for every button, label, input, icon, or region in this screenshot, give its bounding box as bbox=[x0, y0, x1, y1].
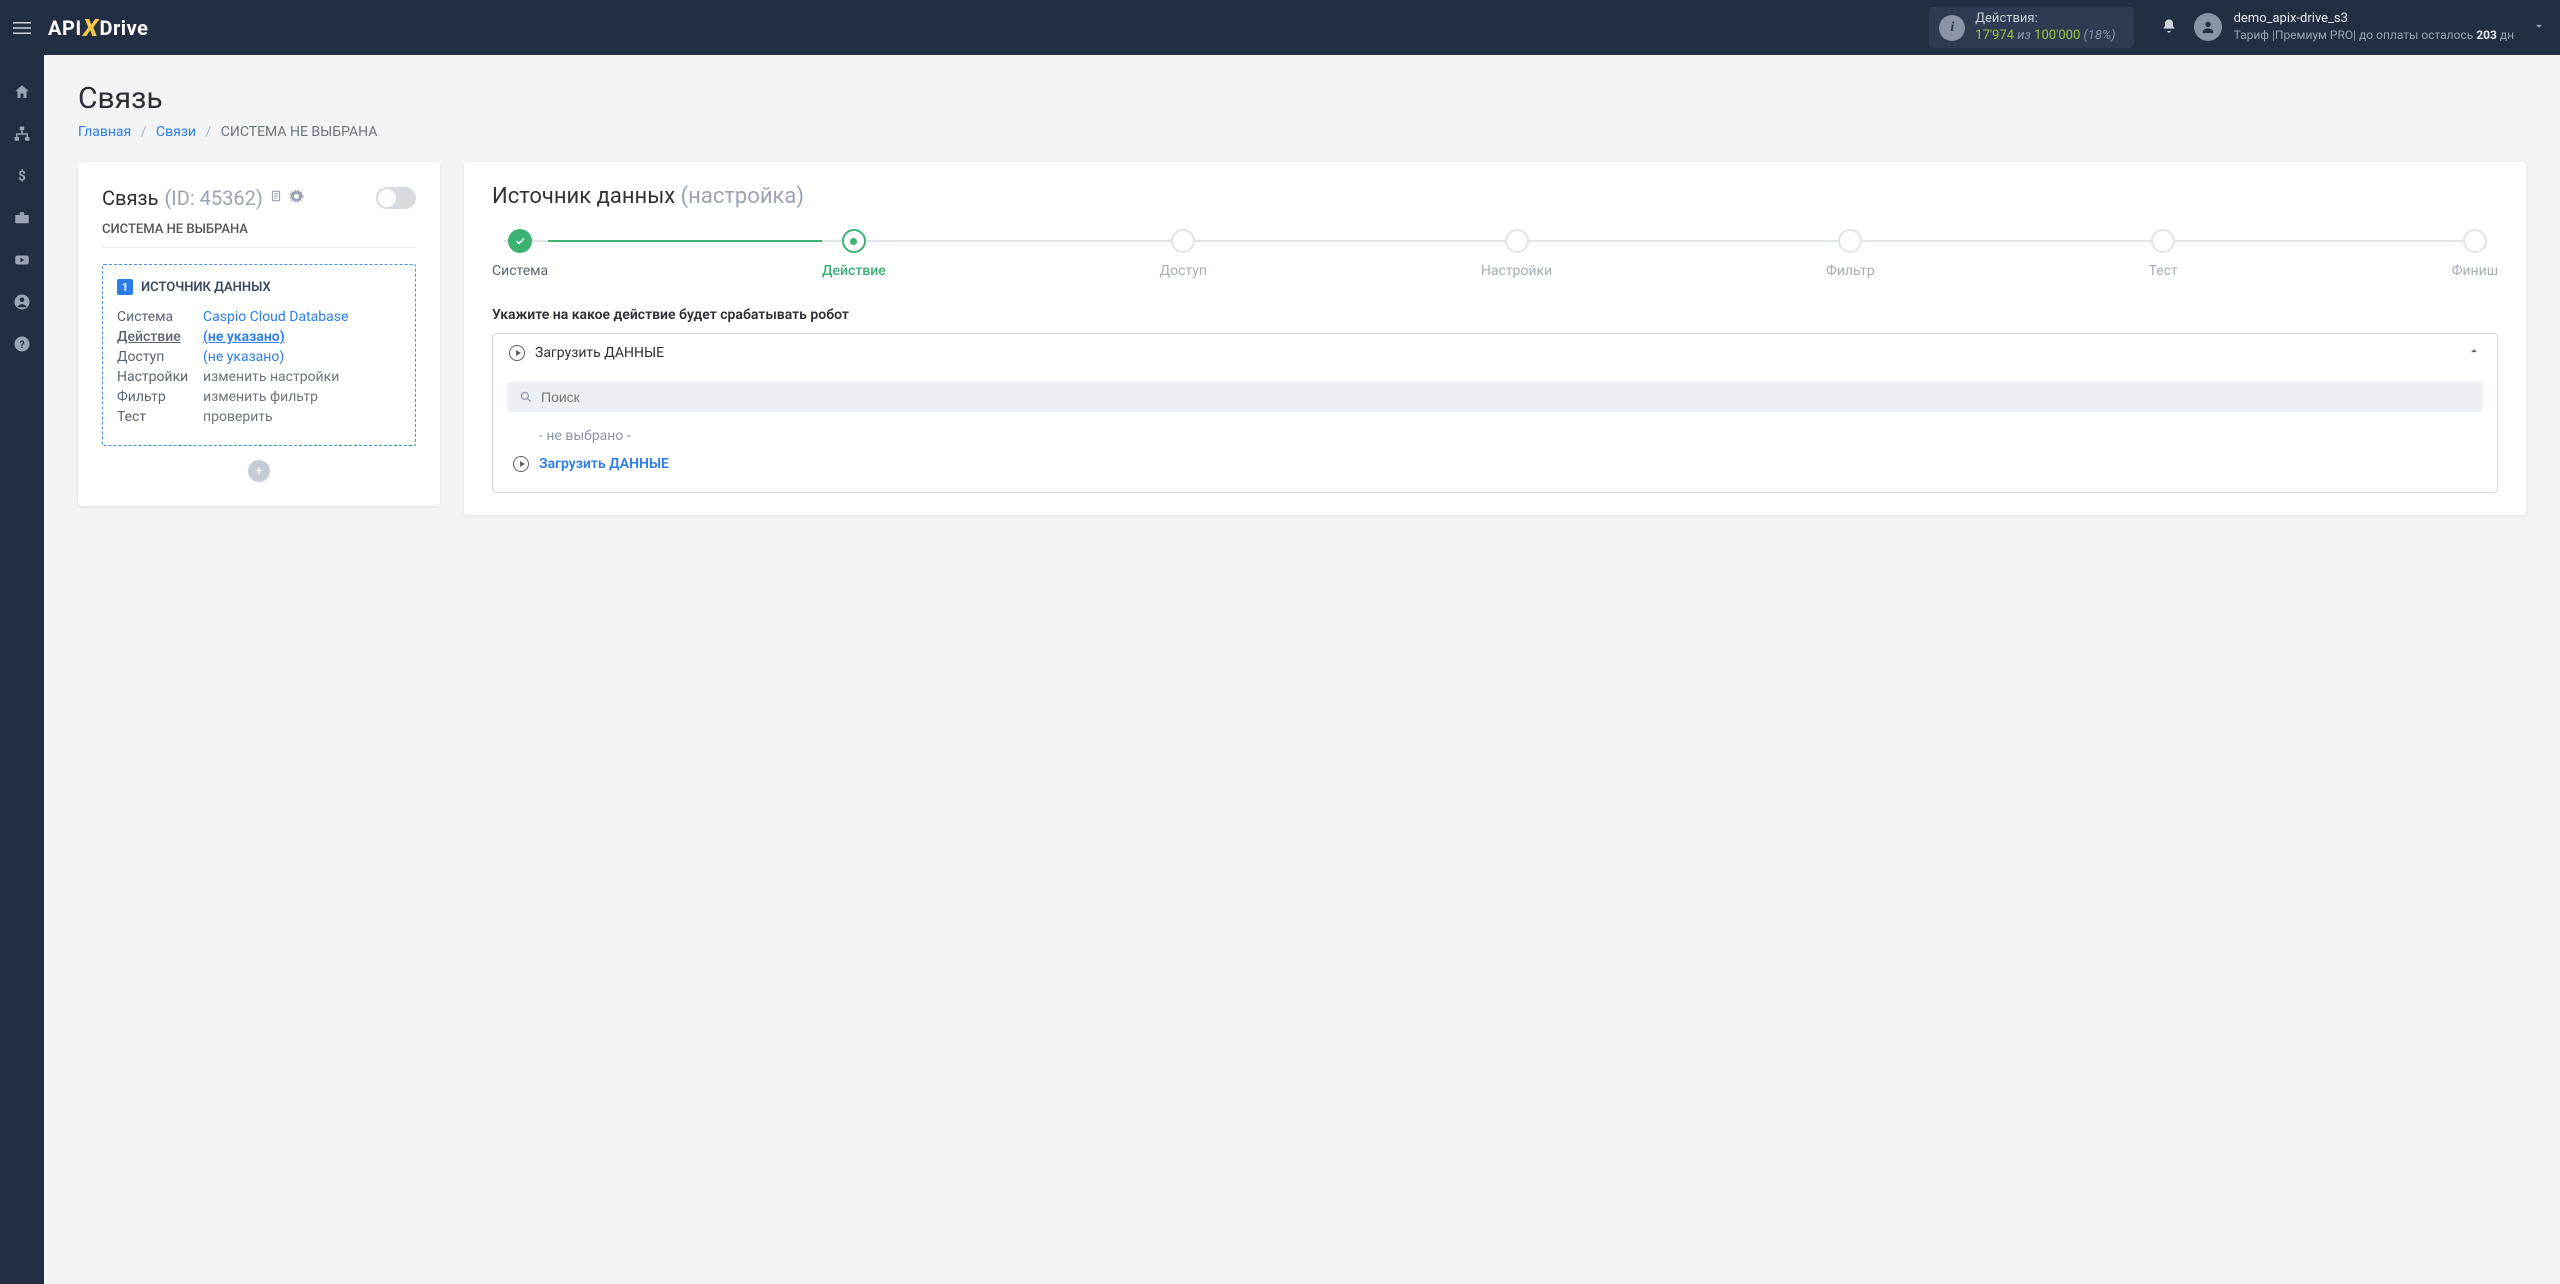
search-icon bbox=[519, 390, 533, 404]
row-test-value[interactable]: проверить bbox=[203, 409, 273, 425]
gear-icon[interactable] bbox=[289, 189, 304, 208]
row-access-key: Доступ bbox=[117, 349, 203, 365]
nav-connections[interactable] bbox=[0, 113, 44, 155]
actions-total: 100'000 bbox=[2034, 28, 2080, 43]
logo-x: X bbox=[80, 14, 101, 42]
config-card: Источник данных (настройка) Система Дейс… bbox=[464, 162, 2526, 515]
nav-video[interactable] bbox=[0, 239, 44, 281]
action-search-input[interactable] bbox=[541, 389, 2471, 405]
add-step-button[interactable]: + bbox=[248, 460, 270, 482]
chevron-down-icon[interactable] bbox=[2532, 19, 2560, 37]
step-access[interactable]: Доступ bbox=[1160, 229, 1207, 279]
source-heading: ИСТОЧНИК ДАННЫХ bbox=[141, 280, 271, 295]
nav-briefcase[interactable] bbox=[0, 197, 44, 239]
row-action-value[interactable]: (не указано) bbox=[203, 329, 285, 345]
actions-used: 17'974 bbox=[1975, 28, 2014, 43]
step-settings[interactable]: Настройки bbox=[1481, 229, 1552, 279]
action-search bbox=[507, 382, 2483, 412]
source-box: 1 ИСТОЧНИК ДАННЫХ СистемаCaspio Cloud Da… bbox=[102, 264, 416, 446]
enable-toggle[interactable] bbox=[376, 187, 416, 209]
row-system-value[interactable]: Caspio Cloud Database bbox=[203, 309, 348, 325]
logo-post: Drive bbox=[99, 16, 148, 40]
breadcrumb: Главная / Связи / СИСТЕМА НЕ ВЫБРАНА bbox=[78, 124, 2526, 140]
nav-home[interactable] bbox=[0, 71, 44, 113]
card-id: (ID: 45362) bbox=[164, 186, 262, 210]
option-load-data[interactable]: Загрузить ДАННЫЕ bbox=[507, 450, 2483, 478]
action-field-label: Укажите на какое действие будет срабатыв… bbox=[492, 307, 2498, 323]
row-action-key: Действие bbox=[117, 329, 203, 345]
card-subtitle: СИСТЕМА НЕ ВЫБРАНА bbox=[102, 222, 416, 248]
action-select-toggle[interactable]: Загрузить ДАННЫЕ bbox=[493, 334, 2497, 372]
sidebar: $ ? bbox=[0, 55, 44, 1284]
step-action[interactable]: Действие bbox=[822, 229, 886, 279]
user-menu[interactable]: demo_apix-drive_s3 Тариф |Премиум PRO| д… bbox=[2194, 11, 2514, 43]
row-settings-key: Настройки bbox=[117, 369, 203, 385]
bell-icon[interactable] bbox=[2152, 18, 2186, 38]
svg-text:$: $ bbox=[18, 169, 26, 185]
avatar bbox=[2194, 13, 2222, 41]
tariff-info: Тариф |Премиум PRO| до оплаты осталось 2… bbox=[2234, 28, 2514, 44]
row-access-value[interactable]: (не указано) bbox=[203, 349, 284, 365]
step-badge-1: 1 bbox=[117, 279, 133, 295]
username: demo_apix-drive_s3 bbox=[2234, 11, 2514, 28]
logo[interactable]: APIXDrive bbox=[48, 14, 148, 42]
step-system[interactable]: Система bbox=[492, 229, 548, 279]
option-none[interactable]: - не выбрано - bbox=[507, 422, 2483, 450]
config-title: Источник данных (настройка) bbox=[492, 184, 2498, 209]
play-icon bbox=[513, 456, 529, 472]
row-filter-key: Фильтр bbox=[117, 389, 203, 405]
breadcrumb-current: СИСТЕМА НЕ ВЫБРАНА bbox=[221, 124, 378, 140]
step-filter[interactable]: Фильтр bbox=[1826, 229, 1875, 279]
svg-text:?: ? bbox=[20, 340, 25, 351]
step-finish[interactable]: Финиш bbox=[2452, 229, 2498, 279]
actions-of: из bbox=[2014, 28, 2034, 43]
copy-icon[interactable] bbox=[269, 189, 283, 207]
hamburger-menu[interactable] bbox=[0, 0, 44, 55]
nav-account[interactable] bbox=[0, 281, 44, 323]
breadcrumb-home[interactable]: Главная bbox=[78, 124, 131, 140]
row-system-key: Система bbox=[117, 309, 203, 325]
row-settings-value[interactable]: изменить настройки bbox=[203, 369, 339, 385]
action-select: Загрузить ДАННЫЕ - не выбрано - Загрузит… bbox=[492, 333, 2498, 493]
actions-pct: (18%) bbox=[2080, 28, 2115, 43]
chevron-up-icon bbox=[2467, 344, 2481, 362]
actions-usage-badge[interactable]: i Действия: 17'974 из 100'000 (18%) bbox=[1929, 7, 2133, 48]
logo-pre: API bbox=[48, 16, 82, 40]
connection-summary-card: Связь (ID: 45362) СИСТЕМА НЕ ВЫБРАНА 1 И… bbox=[78, 162, 440, 506]
row-filter-value[interactable]: изменить фильтр bbox=[203, 389, 318, 405]
actions-label: Действия: bbox=[1975, 11, 2115, 27]
page-title: Связь bbox=[78, 81, 2526, 116]
action-select-value: Загрузить ДАННЫЕ bbox=[535, 345, 2457, 361]
play-icon bbox=[509, 345, 525, 361]
info-icon: i bbox=[1939, 15, 1965, 41]
step-test[interactable]: Тест bbox=[2149, 229, 2178, 279]
card-title: Связь bbox=[102, 186, 158, 210]
row-test-key: Тест bbox=[117, 409, 203, 425]
nav-help[interactable]: ? bbox=[0, 323, 44, 365]
breadcrumb-links[interactable]: Связи bbox=[156, 124, 196, 140]
nav-billing[interactable]: $ bbox=[0, 155, 44, 197]
stepper: Система Действие Доступ Настройки Фильтр… bbox=[492, 229, 2498, 279]
